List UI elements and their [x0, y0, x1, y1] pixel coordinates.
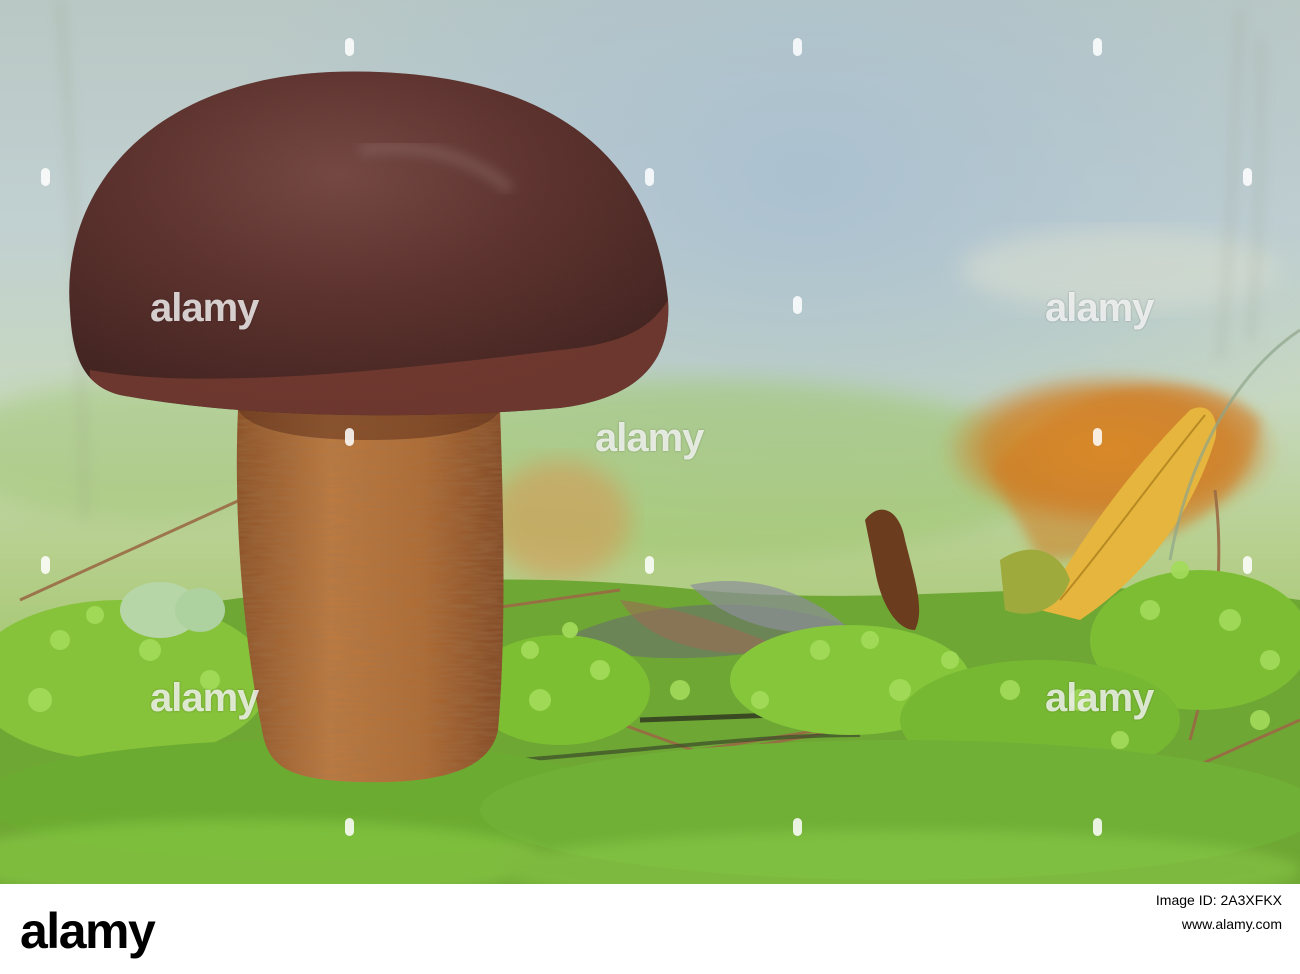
watermark-mark — [1093, 38, 1102, 56]
footer-strip: alamy Image ID: 2A3XFKX www.alamy.com — [0, 884, 1300, 974]
image-id-value: 2A3XFKX — [1220, 892, 1282, 908]
mushroom-stem — [236, 410, 504, 783]
watermark: alamy — [1045, 286, 1154, 330]
alamy-logo: alamy — [20, 903, 156, 959]
watermark-mark — [41, 168, 50, 186]
watermark-mark — [793, 38, 802, 56]
watermark: alamy — [150, 676, 259, 720]
watermark-mark — [345, 818, 354, 836]
watermark-mark — [345, 428, 354, 446]
watermark-mark — [1243, 556, 1252, 574]
watermark-mark — [645, 556, 654, 574]
watermark-mark — [793, 818, 802, 836]
watermark-mark — [1093, 818, 1102, 836]
watermark-mark — [345, 38, 354, 56]
watermark: alamy — [150, 286, 259, 330]
watermark-mark — [41, 556, 50, 574]
watermark-mark — [645, 168, 654, 186]
mushroom-photo: alamy alamy alamy alamy alamy — [0, 0, 1300, 884]
watermark-mark — [793, 296, 802, 314]
site-url: www.alamy.com — [1181, 916, 1282, 932]
watermark-mark — [1243, 168, 1252, 186]
image-id: Image ID: 2A3XFKX — [1155, 892, 1282, 908]
watermark: alamy — [595, 416, 704, 460]
stock-photo-frame: alamy alamy alamy alamy alamy alamy Imag… — [0, 0, 1300, 974]
watermark: alamy — [1045, 676, 1154, 720]
watermark-mark — [1093, 428, 1102, 446]
